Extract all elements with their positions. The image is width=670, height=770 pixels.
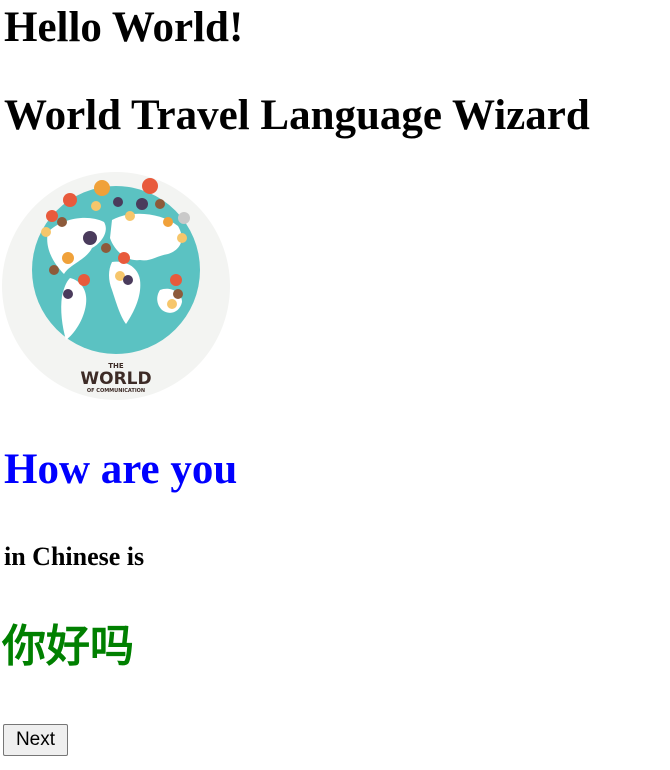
logo-line2: WORLD [80, 369, 151, 389]
source-phrase: How are you [4, 446, 238, 493]
greeting-heading: Hello World! [4, 4, 244, 51]
next-button[interactable]: Next [3, 724, 68, 756]
language-connector-text: in Chinese is [4, 542, 145, 571]
app-title: World Travel Language Wizard [4, 92, 590, 139]
translated-phrase: 你好吗 [2, 621, 134, 672]
logo-line3: OF COMMUNICATION [87, 388, 145, 394]
globe-icon: THE WORLD OF COMMUNICATION [2, 172, 230, 400]
world-communication-image: THE WORLD OF COMMUNICATION [0, 170, 232, 402]
